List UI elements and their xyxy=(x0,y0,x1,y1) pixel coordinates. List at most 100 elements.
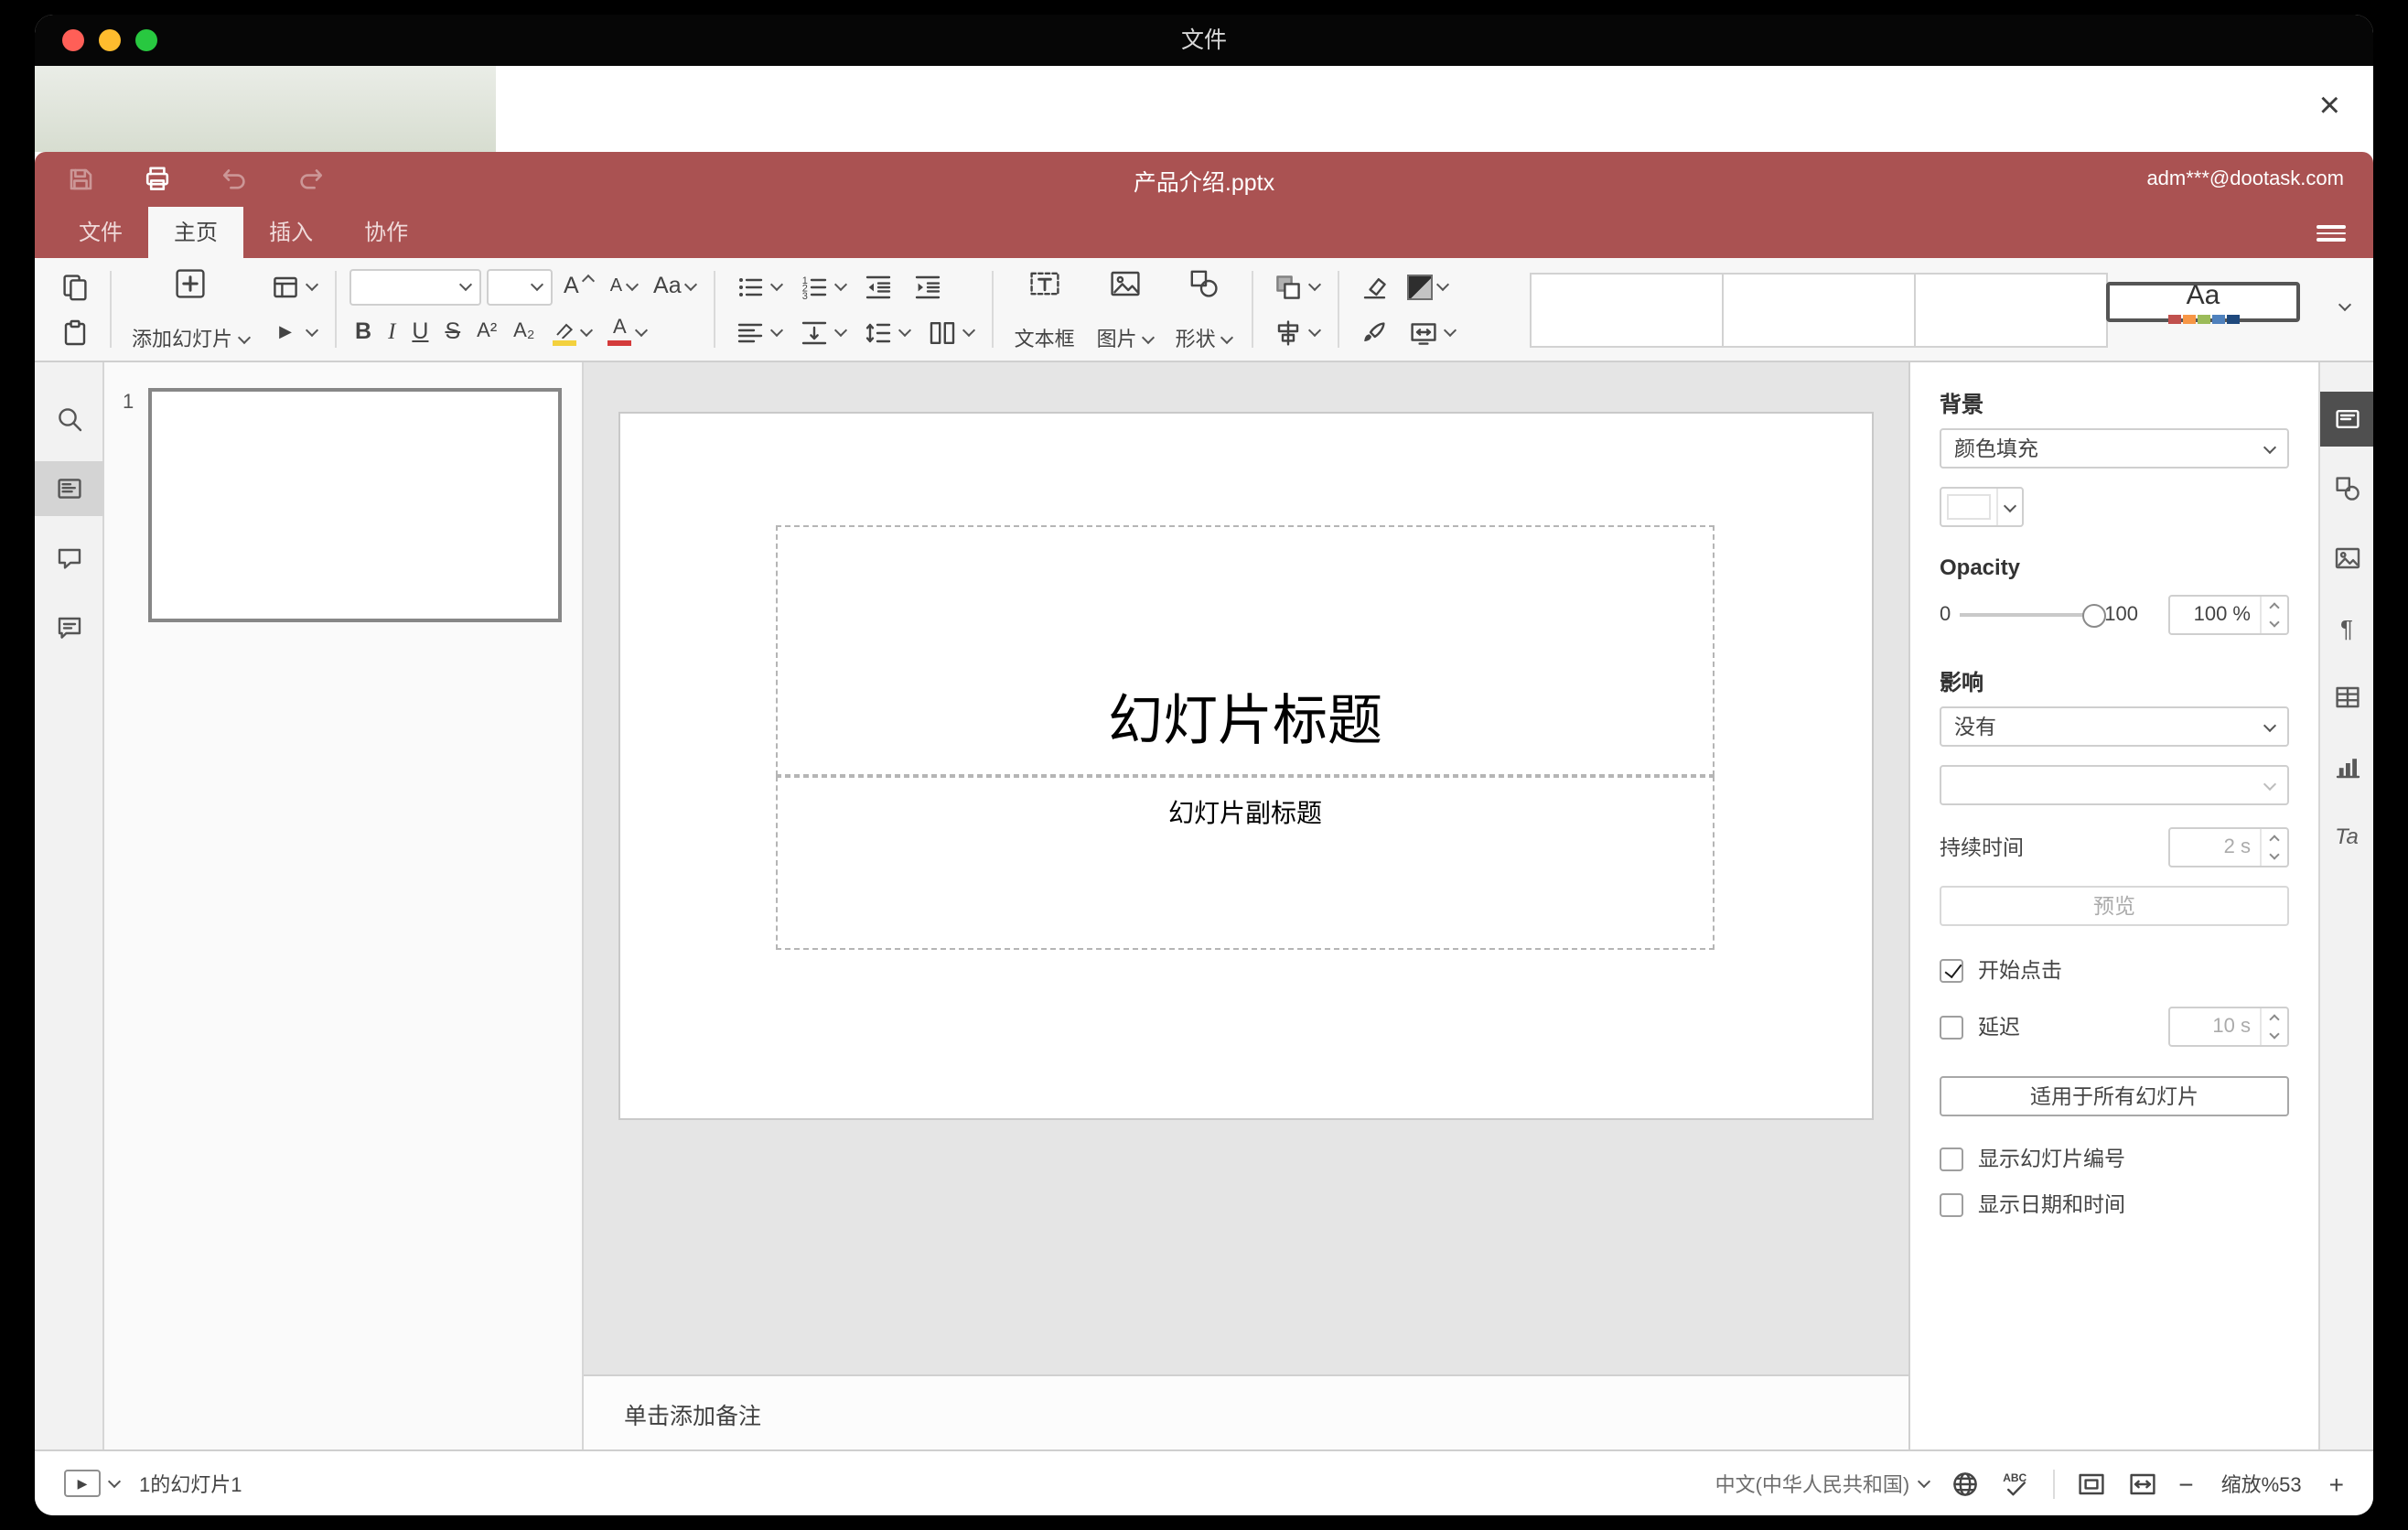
close-icon[interactable]: × xyxy=(2319,81,2340,132)
document-language-button[interactable] xyxy=(1950,1469,1979,1498)
title-placeholder[interactable]: 幻灯片标题 xyxy=(776,525,1715,776)
decrease-indent-button[interactable] xyxy=(857,266,901,307)
subscript-button[interactable]: A₂ xyxy=(508,318,540,346)
insert-textbox-button[interactable]: 文本框 xyxy=(1004,258,1086,361)
horizontal-align-button[interactable] xyxy=(729,312,788,352)
slide-settings-button[interactable] xyxy=(2319,392,2373,447)
start-slideshow-status-button[interactable]: ▶ xyxy=(64,1470,101,1497)
show-datetime-checkbox[interactable] xyxy=(1940,1192,1963,1216)
print-button[interactable] xyxy=(137,159,177,199)
apply-to-all-button[interactable]: 适用于所有幻灯片 xyxy=(1940,1076,2289,1116)
insert-shape-button[interactable]: 形状 xyxy=(1165,258,1243,361)
spellcheck-button[interactable]: ABC xyxy=(2001,1469,2030,1498)
increase-font-button[interactable]: A xyxy=(558,272,599,302)
effect-select[interactable]: 没有 xyxy=(1940,706,2289,747)
delay-checkbox[interactable] xyxy=(1940,1015,1963,1039)
highlight-color-button[interactable] xyxy=(545,316,597,349)
undo-button[interactable] xyxy=(214,159,254,199)
copy-button[interactable] xyxy=(53,266,97,307)
image-settings-button[interactable] xyxy=(2319,531,2373,586)
fit-width-button[interactable] xyxy=(2127,1469,2156,1498)
paragraph-settings-button[interactable]: ¶ xyxy=(2319,600,2373,655)
delay-spinner[interactable]: 10 s xyxy=(2168,1007,2289,1047)
tab-home[interactable]: 主页 xyxy=(148,207,244,258)
tab-insert[interactable]: 插入 xyxy=(243,207,339,258)
gallery-expand-chevron-icon[interactable] xyxy=(2338,297,2352,312)
slide-canvas[interactable]: 幻灯片标题 幻灯片副标题 xyxy=(584,362,1908,1374)
theme-option-selected[interactable]: Aa xyxy=(2106,280,2300,324)
start-slideshow-button[interactable]: ▶ xyxy=(263,312,322,352)
effect-variant-select[interactable] xyxy=(1940,765,2289,805)
tab-collaboration[interactable]: 协作 xyxy=(339,207,434,258)
notes-area[interactable]: 单击添加备注 xyxy=(584,1374,1908,1449)
tab-file[interactable]: 文件 xyxy=(53,207,148,258)
slide-1[interactable]: 幻灯片标题 幻灯片副标题 xyxy=(620,414,1872,1118)
change-case-button[interactable]: Aa xyxy=(648,272,702,302)
increase-indent-button[interactable] xyxy=(907,266,951,307)
zoom-in-button[interactable]: + xyxy=(2329,1469,2344,1498)
subtitle-placeholder[interactable]: 幻灯片副标题 xyxy=(776,776,1715,950)
paste-button[interactable] xyxy=(53,312,97,352)
vertical-align-button[interactable] xyxy=(793,312,852,352)
start-on-click-checkbox[interactable] xyxy=(1940,958,1963,982)
theme-option-blank-3[interactable] xyxy=(1914,273,2108,348)
chart-settings-button[interactable] xyxy=(2319,739,2373,794)
fit-slide-button[interactable] xyxy=(2076,1469,2105,1498)
show-slide-number-checkbox[interactable] xyxy=(1940,1147,1963,1170)
font-name-select[interactable] xyxy=(349,268,481,305)
font-color-button[interactable]: A xyxy=(602,315,651,350)
clear-style-button[interactable] xyxy=(1353,266,1397,307)
font-size-select[interactable] xyxy=(487,268,553,305)
bold-button[interactable]: B xyxy=(349,318,377,348)
background-fill-select[interactable]: 颜色填充 xyxy=(1940,428,2289,469)
shape-settings-button[interactable] xyxy=(2319,461,2373,516)
delay-spinner-arrows[interactable] xyxy=(2260,1008,2287,1045)
add-slide-button[interactable]: 添加幻灯片 xyxy=(121,258,260,361)
style-tools-group xyxy=(1349,258,1465,361)
line-spacing-button[interactable] xyxy=(857,312,916,352)
align-shapes-button[interactable] xyxy=(1267,312,1326,352)
chevron-down-icon xyxy=(834,323,848,338)
font-grow-icon: A xyxy=(564,273,579,299)
zoom-out-button[interactable]: − xyxy=(2178,1469,2193,1498)
underline-button[interactable]: U xyxy=(406,318,434,348)
opacity-spinner-arrows[interactable] xyxy=(2260,597,2287,633)
columns-button[interactable] xyxy=(921,312,980,352)
save-button[interactable] xyxy=(60,159,101,199)
shape-fill-button[interactable] xyxy=(1403,270,1454,303)
slide-thumbnail-1[interactable] xyxy=(148,388,562,622)
superscript-button[interactable]: A² xyxy=(471,318,502,346)
language-selector[interactable]: 中文(中华人民共和国) xyxy=(1715,1469,1930,1498)
fill-color-picker[interactable] xyxy=(1940,487,2024,527)
opacity-slider[interactable] xyxy=(1960,603,2107,627)
theme-option-blank-2[interactable] xyxy=(1722,273,1916,348)
redo-button[interactable] xyxy=(291,159,331,199)
italic-button[interactable]: I xyxy=(382,318,401,348)
table-settings-button[interactable] xyxy=(2319,670,2373,725)
copy-style-button[interactable] xyxy=(1353,312,1397,352)
decrease-font-button[interactable]: A xyxy=(605,274,642,299)
slides-panel-button[interactable] xyxy=(35,461,103,516)
opacity-spinner[interactable]: 100 % xyxy=(2168,595,2289,635)
bullets-button[interactable] xyxy=(729,266,788,307)
slide-size-button[interactable] xyxy=(1403,312,1461,352)
strikethrough-button[interactable]: S xyxy=(439,318,466,348)
chevron-down-icon[interactable] xyxy=(107,1474,122,1489)
theme-option-blank-1[interactable] xyxy=(1530,273,1724,348)
search-panel-button[interactable] xyxy=(35,392,103,447)
duration-spinner[interactable]: 2 s xyxy=(2168,827,2289,867)
duration-spinner-arrows[interactable] xyxy=(2260,829,2287,866)
chat-panel-button[interactable] xyxy=(35,600,103,655)
menu-hamburger-icon[interactable] xyxy=(2317,225,2346,242)
textart-settings-button[interactable]: Ta xyxy=(2319,809,2373,864)
comments-panel-button[interactable] xyxy=(35,531,103,586)
opacity-slider-knob[interactable] xyxy=(2082,603,2107,627)
change-layout-button[interactable] xyxy=(263,266,322,307)
textbox-label: 文本框 xyxy=(1014,329,1075,351)
paragraph-group: 123 xyxy=(726,258,984,361)
preview-button[interactable]: 预览 xyxy=(1940,886,2289,926)
numbering-button[interactable]: 123 xyxy=(793,266,852,307)
line-spacing-icon xyxy=(863,316,896,349)
arrange-shapes-button[interactable] xyxy=(1267,266,1326,307)
insert-image-button[interactable]: 图片 xyxy=(1086,258,1165,361)
